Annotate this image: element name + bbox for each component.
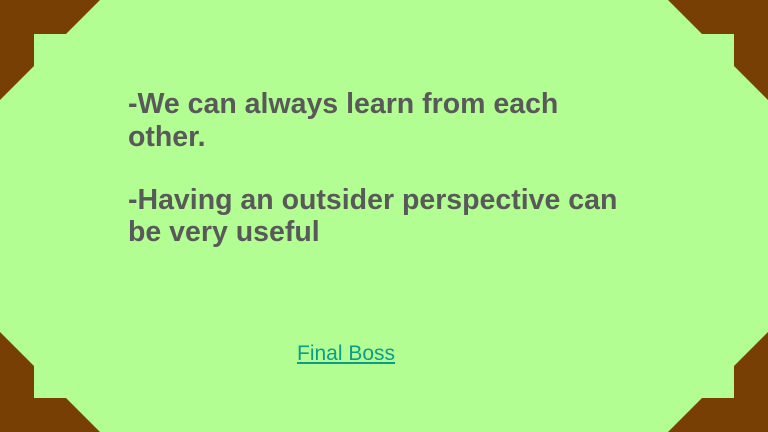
- corner-decoration-bottom-left: [0, 332, 100, 432]
- slide-text-content: -We can always learn from each other. -H…: [128, 88, 638, 249]
- bullet-learn-from-each-other: -We can always learn from each other.: [128, 88, 559, 153]
- final-boss-link[interactable]: Final Boss: [297, 342, 395, 366]
- bullet-outsider-perspective: -Having an outsider perspective can be v…: [128, 183, 618, 249]
- corner-decoration-top-left: [0, 0, 100, 100]
- corner-decoration-bottom-right: [668, 332, 768, 432]
- corner-decoration-top-right: [668, 0, 768, 100]
- slide: -We can always learn from each other. -H…: [0, 0, 768, 432]
